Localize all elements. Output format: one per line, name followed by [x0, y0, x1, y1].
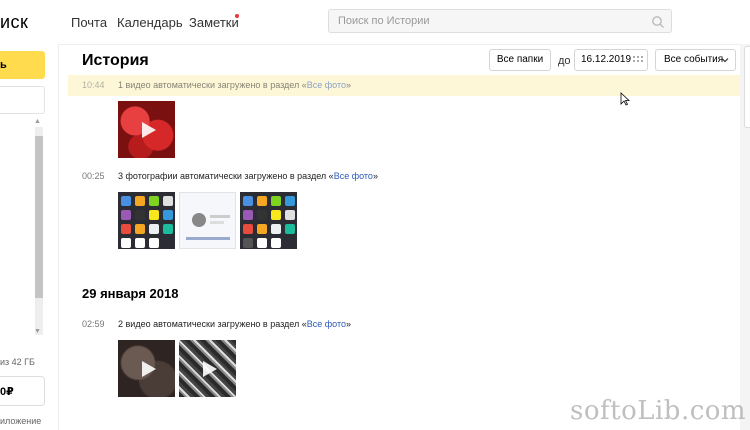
all-photos-link[interactable]: Все фото — [307, 319, 346, 329]
upload-button[interactable]: ь — [0, 51, 45, 79]
watermark: softoLib.com — [570, 396, 747, 426]
sidebar-scrollbar[interactable] — [35, 127, 43, 335]
all-photos-link[interactable]: Все фото — [334, 171, 373, 181]
right-panel-toggle[interactable] — [744, 46, 750, 128]
event-description: 1 видео автоматически загружено в раздел… — [118, 80, 352, 90]
app-link[interactable]: иложение — [0, 416, 41, 426]
all-events-dropdown[interactable]: Все события — [655, 49, 736, 71]
event-time: 00:25 — [82, 171, 105, 181]
chevron-down-icon — [721, 58, 729, 63]
storage-quota: из 42 ГБ — [0, 357, 35, 367]
date-heading: 29 января 2018 — [82, 286, 179, 301]
photo-thumbnail[interactable] — [179, 192, 236, 249]
scroll-up-arrow[interactable]: ▲ — [34, 118, 41, 125]
scroll-thumb[interactable] — [35, 136, 43, 298]
left-sidebar: ь ▲ ▼ из 42 ГБ 0₽ иложение — [0, 44, 59, 430]
all-photos-link[interactable]: Все фото — [307, 80, 346, 90]
upload-button-label: ь — [0, 59, 7, 71]
video-thumbnail[interactable] — [179, 340, 236, 397]
video-thumbnail[interactable] — [118, 340, 175, 397]
nav-notes[interactable]: Заметки — [189, 15, 239, 30]
create-button[interactable] — [0, 86, 45, 114]
search-icon[interactable] — [651, 15, 665, 29]
search-box[interactable] — [328, 9, 672, 33]
play-icon — [141, 360, 156, 377]
search-input[interactable] — [329, 10, 648, 32]
mouse-cursor-icon — [620, 92, 630, 106]
date-value: 16.12.2019 — [581, 54, 632, 65]
calendar-icon[interactable] — [633, 55, 643, 65]
play-icon — [141, 121, 156, 138]
page-title: История — [82, 52, 149, 69]
event-time: 02:59 — [82, 319, 105, 329]
logo[interactable]: иск — [0, 12, 28, 33]
buy-space-label: 0₽ — [0, 386, 14, 398]
buy-space-button[interactable]: 0₽ — [0, 376, 45, 406]
nav-mail[interactable]: Почта — [71, 15, 107, 30]
video-thumbnail[interactable] — [118, 101, 175, 158]
nav-calendar[interactable]: Календарь — [117, 15, 183, 30]
events-dropdown-label: Все события — [664, 54, 724, 65]
all-folders-button[interactable]: Все папки — [489, 49, 551, 71]
event-description: 3 фотографии автоматически загружено в р… — [118, 171, 378, 181]
event-description: 2 видео автоматически загружено в раздел… — [118, 319, 352, 329]
top-header: иск Почта Календарь Заметки — [0, 0, 750, 45]
play-icon — [202, 360, 217, 377]
notification-dot — [235, 14, 239, 18]
date-prefix: до — [558, 55, 571, 67]
photo-thumbnail[interactable] — [118, 192, 175, 249]
event-time: 10:44 — [82, 80, 105, 90]
scroll-down-arrow[interactable]: ▼ — [34, 328, 41, 335]
date-field[interactable]: 16.12.2019 — [574, 49, 648, 71]
photo-thumbnail[interactable] — [240, 192, 297, 249]
